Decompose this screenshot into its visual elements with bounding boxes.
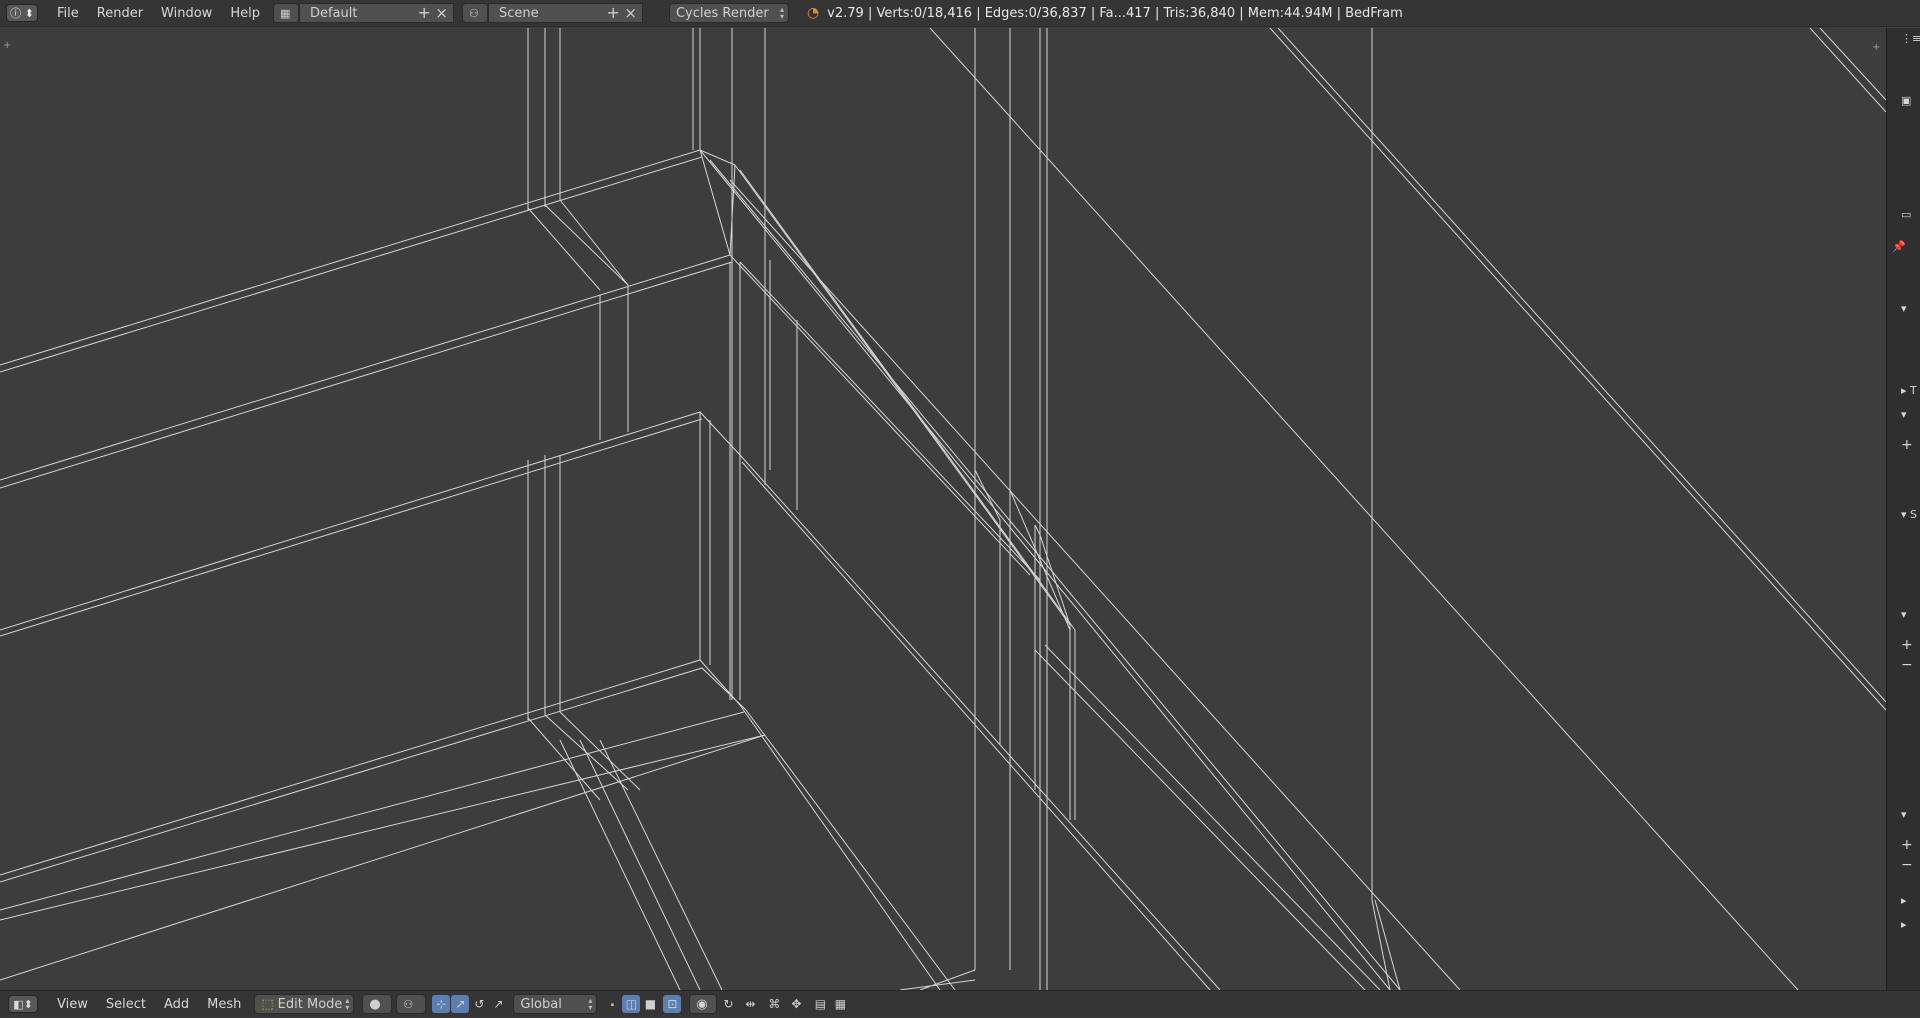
scene-field[interactable]: Scene + × bbox=[487, 3, 643, 23]
viewport-corner-widget[interactable]: + bbox=[3, 40, 11, 51]
scene-statistics: v2.79 | Verts:0/18,416 | Edges:0/36,837 … bbox=[827, 5, 1403, 21]
snap-element-icon[interactable]: ⇹ bbox=[741, 995, 759, 1013]
menu-mesh[interactable]: Mesh bbox=[198, 991, 250, 1018]
s-panel-label: S bbox=[1910, 508, 1918, 521]
viewport-shading-dropdown[interactable]: ● bbox=[362, 994, 393, 1014]
panel-collapse-icon[interactable]: ▾ bbox=[1901, 302, 1907, 316]
render-icon[interactable]: ▤ bbox=[811, 995, 829, 1013]
falloff-icon[interactable]: ↻ bbox=[719, 995, 737, 1013]
mode-arrows-icon: ▴ ▾ bbox=[345, 996, 350, 1012]
screen-layout-field[interactable]: Default + × bbox=[298, 3, 454, 23]
menu-file[interactable]: File bbox=[48, 0, 88, 27]
orientation-label: Global bbox=[520, 996, 562, 1012]
render-engine-dropdown[interactable]: Cycles Render ▴ ▾ bbox=[668, 3, 789, 23]
delete-scene-icon[interactable]: × bbox=[624, 4, 637, 22]
menu-render[interactable]: Render bbox=[88, 0, 152, 27]
3d-viewport[interactable]: + + bbox=[0, 28, 1886, 990]
add-slot-icon[interactable]: + bbox=[1901, 438, 1913, 452]
mode-label: Edit Mode bbox=[277, 996, 343, 1012]
add-icon-2[interactable]: + bbox=[1901, 838, 1913, 852]
scene-icon: ⚇ bbox=[468, 6, 479, 20]
editor-type-button[interactable]: ◧⬍ bbox=[8, 995, 38, 1013]
add-screen-icon[interactable]: + bbox=[418, 4, 431, 22]
panel-collapse-icon-2[interactable]: ▾ bbox=[1901, 408, 1907, 422]
menu-view[interactable]: View bbox=[48, 991, 97, 1018]
pin-icon[interactable]: 📌 bbox=[1892, 240, 1906, 254]
orientation-dropdown[interactable]: Global ▴ ▾ bbox=[513, 994, 598, 1014]
scene-selector[interactable]: ⚇ bbox=[461, 3, 488, 23]
expand-icon-2[interactable]: ▸ bbox=[1901, 918, 1907, 932]
t-panel-label: T bbox=[1910, 384, 1917, 397]
menu-select[interactable]: Select bbox=[97, 991, 155, 1018]
screen-layout-icon: ▦ bbox=[279, 6, 291, 20]
s-panel-header[interactable]: ▾ S bbox=[1901, 508, 1917, 522]
face-select-icon[interactable]: ■ bbox=[641, 995, 659, 1013]
edit-mode-icon: ⬚ bbox=[261, 996, 274, 1012]
translate-manipulator-icon[interactable]: ↗ bbox=[451, 995, 470, 1013]
orientation-arrows-icon: ▴ ▾ bbox=[588, 996, 593, 1012]
properties-strip: ⋮≡ ▣ ▭ 📌 ▾ ▸ T ▾ + ▾ S ▾ + − ▾ + − ▸ ▸ bbox=[1886, 28, 1920, 990]
rotate-manipulator-icon[interactable]: ↺ bbox=[470, 995, 488, 1013]
panel-collapse-icon-3[interactable]: ▾ bbox=[1901, 608, 1907, 622]
scale-manipulator-icon[interactable]: ↗ bbox=[489, 995, 507, 1013]
viewport-corner-widget-right[interactable]: + bbox=[1872, 42, 1880, 53]
scene-name: Scene bbox=[498, 5, 539, 21]
menu-add[interactable]: Add bbox=[155, 991, 198, 1018]
remove-icon-2[interactable]: − bbox=[1901, 858, 1913, 872]
mesh-wireframe bbox=[0, 28, 1886, 990]
expand-icon[interactable]: ▸ bbox=[1901, 894, 1907, 908]
vertex-select-icon[interactable]: ⬝ bbox=[603, 995, 621, 1013]
mode-dropdown[interactable]: ⬚ Edit Mode ▴ ▾ bbox=[254, 994, 355, 1014]
screen-layout-name: Default bbox=[309, 5, 358, 21]
add-scene-icon[interactable]: + bbox=[607, 4, 620, 22]
select-mode-icons: ⬝ ◫ ■ bbox=[603, 995, 659, 1013]
display-mode-icon[interactable]: ▣ bbox=[1901, 94, 1911, 108]
delete-screen-icon[interactable]: × bbox=[435, 4, 448, 22]
menu-help[interactable]: Help bbox=[221, 0, 269, 27]
blender-logo-icon: ◔ bbox=[806, 5, 820, 21]
render-animation-icon[interactable]: ▦ bbox=[831, 995, 849, 1013]
manipulator-icons: ⊹ ↗ ↺ ↗ bbox=[432, 995, 507, 1013]
properties-editor-icon[interactable]: ▭ bbox=[1901, 208, 1911, 222]
pivot-icon: ⚇ bbox=[403, 997, 414, 1011]
limit-selection-icon[interactable]: ⊡ bbox=[663, 995, 682, 1013]
t-panel-header[interactable]: ▸ T bbox=[1901, 384, 1917, 398]
remove-icon[interactable]: − bbox=[1901, 658, 1913, 672]
proportional-edit-dropdown[interactable]: ◉ bbox=[689, 994, 718, 1014]
edge-select-icon[interactable]: ◫ bbox=[622, 995, 641, 1013]
panel-collapse-icon-4[interactable]: ▾ bbox=[1901, 808, 1907, 822]
pivot-point-dropdown[interactable]: ⚇ bbox=[396, 994, 427, 1014]
snap-target-icon[interactable]: ✥ bbox=[787, 995, 805, 1013]
viewport-shading-icon: ● bbox=[369, 996, 381, 1012]
menu-window[interactable]: Window bbox=[152, 0, 221, 27]
info-editor-type-button[interactable]: ⓘ ⬍ bbox=[6, 4, 38, 22]
render-engine-label: Cycles Render bbox=[675, 5, 769, 21]
screen-layout-selector[interactable]: ▦ bbox=[272, 3, 299, 23]
info-header: ⓘ ⬍ File Render Window Help ▦ Default + … bbox=[0, 0, 1920, 27]
proportional-edit-icon: ◉ bbox=[696, 996, 708, 1012]
snap-icon[interactable]: ⌘ bbox=[765, 995, 783, 1013]
add-icon[interactable]: + bbox=[1901, 638, 1913, 652]
dropdown-arrows-icon: ▴ ▾ bbox=[779, 5, 784, 21]
3d-view-header: ◧⬍ View Select Add Mesh ⬚ Edit Mode ▴ ▾ ●… bbox=[0, 990, 1920, 1017]
manipulator-toggle-icon[interactable]: ⊹ bbox=[432, 995, 451, 1013]
outliner-icon[interactable]: ⋮≡ bbox=[1901, 32, 1920, 46]
info-icon: ⓘ ⬍ bbox=[10, 7, 34, 20]
editor-type-icon: ◧⬍ bbox=[13, 997, 33, 1011]
